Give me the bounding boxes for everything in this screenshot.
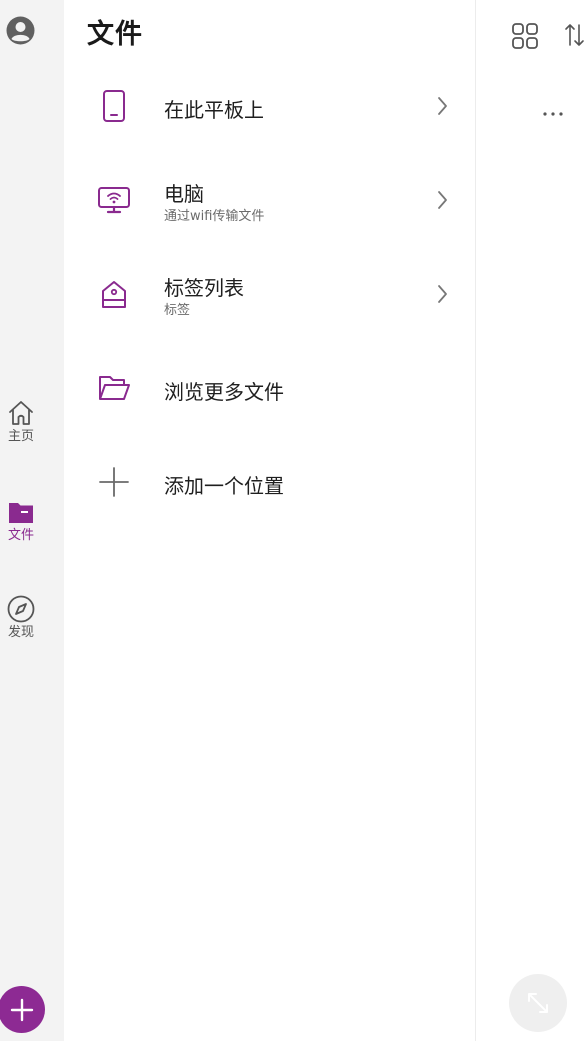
more-icon[interactable] (538, 104, 568, 124)
sort-icon[interactable] (562, 21, 585, 49)
location-title: 浏览更多文件 (164, 380, 284, 404)
nav-home-label: 主页 (7, 429, 34, 444)
folder-icon (9, 503, 33, 523)
nav-discover-label: 发现 (7, 625, 34, 640)
location-title: 电脑 (164, 182, 204, 206)
location-row-computer[interactable]: 电脑 通过wifi传输文件 (64, 160, 475, 240)
navigation-rail: 主页 文件 发现 (0, 0, 64, 1041)
location-subtitle: 通过wifi传输文件 (164, 209, 265, 224)
location-title: 添加一个位置 (164, 474, 284, 498)
plus-icon (99, 467, 129, 497)
tag-icon (102, 281, 126, 308)
location-row-browse[interactable]: 浏览更多文件 (64, 348, 475, 428)
location-subtitle: 标签 (164, 303, 191, 318)
tablet-icon-wrap (94, 86, 134, 126)
detail-pane (476, 0, 585, 1041)
tablet-icon (103, 90, 125, 122)
nav-home[interactable]: 主页 (0, 398, 42, 444)
nav-files-label: 文件 (7, 528, 34, 543)
add-button[interactable] (0, 986, 45, 1033)
location-title: 标签列表 (164, 276, 244, 300)
location-row-tablet[interactable]: 在此平板上 (64, 66, 475, 146)
location-title: 在此平板上 (164, 98, 264, 122)
chevron-right-icon (438, 97, 447, 115)
add-location-row[interactable]: 添加一个位置 (64, 442, 475, 522)
chevron-right-icon (438, 191, 447, 209)
expand-icon (528, 993, 548, 1013)
plus-icon (10, 998, 33, 1021)
location-row-tags[interactable]: 标签列表 标签 (64, 254, 475, 334)
page-title: 文件 (87, 19, 143, 50)
files-pane: 文件 在此平板上 电脑 通过wifi传输文件 标签列表 标签 浏览更多文件 添加… (64, 0, 475, 1041)
wifi-monitor-icon (98, 187, 130, 214)
expand-button[interactable] (509, 974, 567, 1032)
wifi-monitor-icon-wrap (94, 180, 134, 220)
chevron-right-icon (438, 285, 447, 303)
account-avatar-icon[interactable] (6, 16, 35, 45)
folder-open-icon-wrap (94, 368, 134, 408)
tag-icon-wrap (94, 274, 134, 314)
nav-files[interactable]: 文件 (0, 497, 42, 543)
compass-icon (7, 595, 35, 623)
home-icon (9, 401, 33, 425)
folder-open-icon (99, 376, 130, 400)
grid-view-icon[interactable] (510, 21, 540, 51)
nav-discover[interactable]: 发现 (0, 594, 42, 640)
plus-icon-wrap (94, 462, 134, 502)
